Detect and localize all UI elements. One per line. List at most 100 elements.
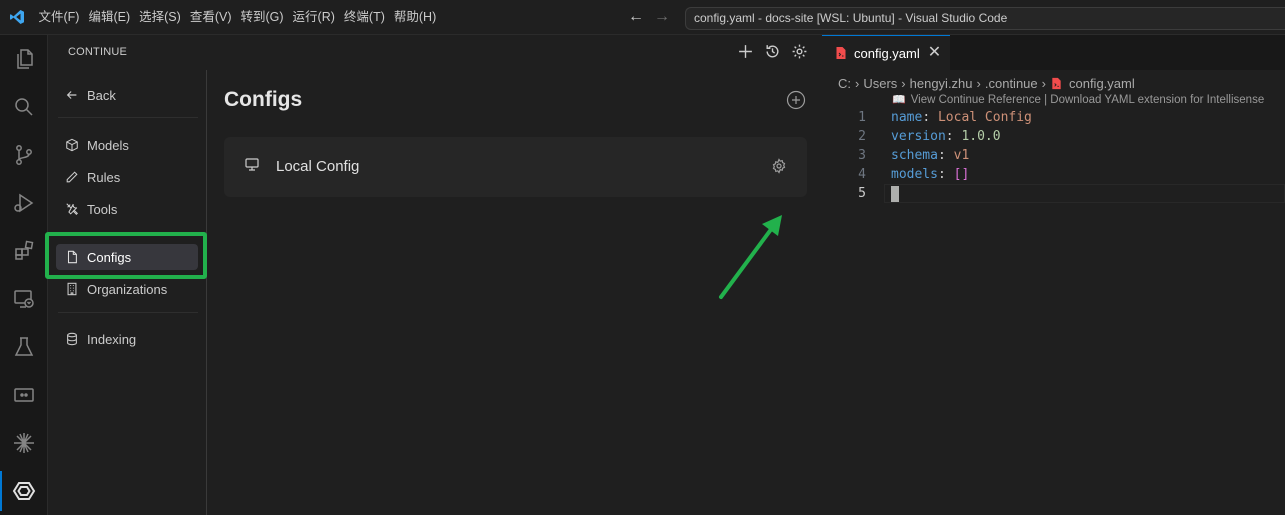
yaml-key: name (891, 110, 923, 125)
breadcrumb-item[interactable]: C: (838, 76, 851, 91)
panel-icon[interactable] (0, 375, 48, 415)
menu-file[interactable]: 文件(F) (34, 5, 84, 29)
breadcrumb-item[interactable]: .continue (985, 76, 1038, 91)
chevron-right-icon: › (1041, 75, 1046, 91)
book-icon: 📖 (892, 94, 906, 106)
breadcrumb-item[interactable]: config.yaml (1069, 76, 1135, 91)
wrench-icon (66, 203, 78, 215)
codelens-text[interactable]: View Continue Reference | Download YAML … (911, 94, 1265, 106)
yaml-value: [] (953, 167, 970, 182)
nav-item-indexing[interactable]: Indexing (56, 326, 198, 352)
breadcrumb: C: › Users › hengyi.zhu › .continue › co… (838, 73, 1135, 93)
yaml-value: v1 (953, 148, 970, 163)
continue-sidebar: CONTINUE Back Models Rules Tools Configs… (45, 35, 822, 515)
history-icon[interactable] (764, 43, 781, 60)
line-number: 5 (858, 186, 866, 201)
line-number: 2 (858, 129, 866, 144)
breadcrumb-item[interactable]: hengyi.zhu (910, 76, 973, 91)
add-config-icon[interactable] (786, 90, 806, 110)
vscode-window: 文件(F) 编辑(E) 选择(S) 查看(V) 转到(G) 运行(R) 终端(T… (0, 0, 1285, 515)
code-line: 4 models: [] (822, 165, 1285, 184)
nav-item-label: Organizations (87, 281, 168, 297)
yaml-value: 1.0.0 (961, 129, 1001, 144)
code-line-current: 5 (822, 184, 1285, 203)
config-name: Local Config (276, 158, 360, 175)
menu-selection[interactable]: 选择(S) (135, 5, 186, 29)
extensions-icon[interactable] (0, 231, 48, 271)
settings-gear-icon[interactable] (791, 43, 808, 60)
cube-icon (66, 138, 78, 152)
nav-item-tools[interactable]: Tools (56, 196, 198, 222)
command-center[interactable]: config.yaml - docs-site [WSL: Ubuntu] - … (685, 7, 1285, 30)
line-number: 3 (858, 148, 866, 163)
activity-bar (0, 35, 48, 515)
back-button[interactable]: Back (56, 82, 198, 108)
menu-terminal[interactable]: 终端(T) (339, 5, 389, 29)
line-number: 1 (858, 110, 866, 125)
yaml-key: models (891, 167, 938, 182)
code-line: 3 schema: v1 (822, 146, 1285, 165)
go-forward-icon[interactable]: → (654, 8, 670, 26)
breadcrumb-item[interactable]: Users (863, 76, 897, 91)
sidebar-title: CONTINUE (68, 46, 128, 58)
yaml-file-icon (1052, 77, 1061, 89)
menu-view[interactable]: 查看(V) (185, 5, 236, 29)
sidebar-actions (737, 43, 808, 60)
code-line: 2 version: 1.0.0 (822, 127, 1285, 146)
configs-pane: Configs Local Config (208, 70, 822, 515)
editor-group: config.yaml ✕ C: › Users › hengyi.zhu › … (822, 35, 1285, 515)
back-label: Back (87, 87, 116, 103)
new-session-icon[interactable] (737, 43, 754, 60)
page-title: Configs (224, 88, 303, 111)
chevron-right-icon: › (901, 75, 906, 91)
yaml-value: Local Config (937, 110, 1032, 125)
explorer-icon[interactable] (0, 39, 48, 79)
source-control-icon[interactable] (0, 135, 48, 175)
nav-item-rules[interactable]: Rules (56, 164, 198, 190)
title-bar: 文件(F) 编辑(E) 选择(S) 查看(V) 转到(G) 运行(R) 终端(T… (0, 0, 1285, 35)
arrow-left-icon (66, 91, 77, 99)
menu-edit[interactable]: 编辑(E) (84, 5, 135, 29)
editor-tabs: config.yaml ✕ (822, 35, 1285, 70)
config-gear-icon[interactable] (771, 158, 787, 174)
pencil-icon (66, 171, 78, 183)
line-number: 4 (858, 167, 866, 182)
nav-divider (58, 312, 198, 313)
yaml-key: version (891, 129, 946, 144)
nav-item-label: Models (87, 137, 129, 153)
run-debug-icon[interactable] (0, 183, 48, 223)
nav-item-label: Rules (87, 169, 121, 185)
yaml-key: schema (891, 148, 938, 163)
code-line: 1 name: Local Config (822, 108, 1285, 127)
building-icon (67, 282, 77, 296)
menu-help[interactable]: 帮助(H) (389, 5, 440, 29)
go-back-icon[interactable]: ← (628, 8, 644, 26)
database-icon (67, 332, 77, 346)
menu-go[interactable]: 转到(G) (236, 5, 288, 29)
history-navigation: ← → (628, 8, 670, 26)
text-cursor (891, 186, 899, 202)
sparkle-icon[interactable] (0, 423, 48, 463)
menu-bar: 文件(F) 编辑(E) 选择(S) 查看(V) 转到(G) 运行(R) 终端(T… (34, 0, 441, 35)
nav-divider (58, 117, 198, 118)
configs-highlight-annotation (45, 232, 207, 279)
testing-icon[interactable] (0, 327, 48, 367)
annotation-arrow (719, 215, 782, 299)
codelens[interactable]: 📖 View Continue Reference | Download YAM… (892, 93, 1265, 107)
current-line-highlight (884, 184, 1285, 203)
nav-item-label: Indexing (87, 331, 137, 347)
continue-nav: Back Models Rules Tools Configs Organiza… (45, 70, 207, 515)
remote-explorer-icon[interactable] (0, 279, 48, 319)
close-icon[interactable]: ✕ (928, 45, 941, 61)
search-icon[interactable] (0, 87, 48, 127)
nav-item-label: Tools (87, 201, 118, 217)
nav-item-organizations[interactable]: Organizations (56, 276, 198, 302)
tab-config-yaml[interactable]: config.yaml ✕ (822, 35, 950, 70)
continue-icon[interactable] (0, 471, 48, 511)
chevron-right-icon: › (855, 75, 860, 91)
nav-item-models[interactable]: Models (56, 132, 198, 158)
code-area[interactable]: 1 name: Local Config 2 version: 1.0.0 3 … (822, 108, 1285, 203)
tab-label: config.yaml (854, 45, 920, 61)
menu-run[interactable]: 运行(R) (288, 5, 339, 29)
vscode-logo-icon (0, 0, 34, 35)
